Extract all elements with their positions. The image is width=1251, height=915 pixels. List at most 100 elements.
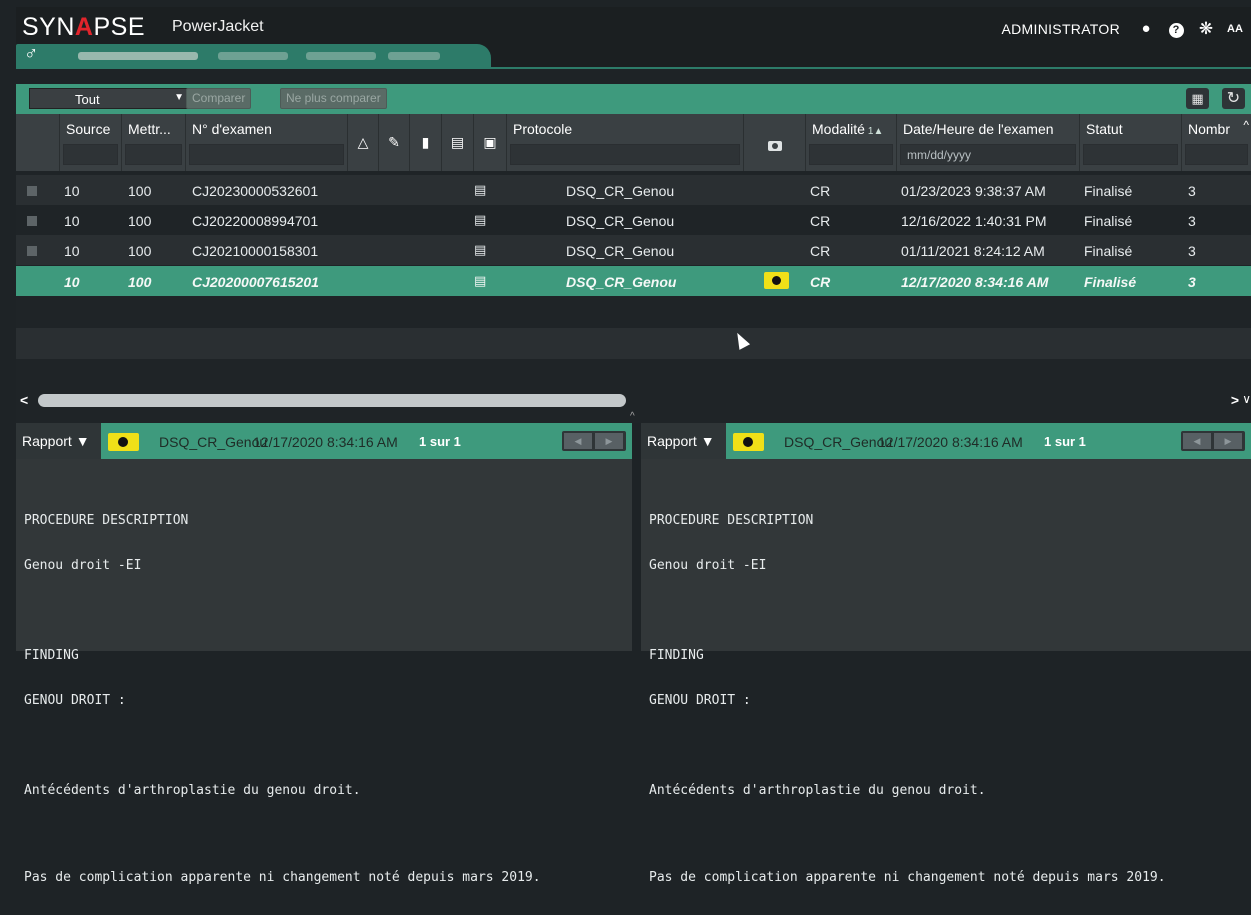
report-toolbar: Rapport ▼ DSQ_CR_Genou 12/17/2020 8:34:1… <box>16 423 632 459</box>
help-icon[interactable]: ? <box>1167 20 1185 38</box>
horizontal-scrollbar[interactable]: < > ∨ <box>16 392 1251 409</box>
col-select[interactable] <box>16 114 60 171</box>
report-protocol: DSQ_CR_Genou <box>159 434 268 450</box>
app-header: SYNAPSE PowerJacket ADMINISTRATOR ● ? ❋ … <box>16 7 1251 44</box>
document-icon[interactable]: ▤ <box>474 182 486 198</box>
report-text: PROCEDURE DESCRIPTION Genou droit -EI FI… <box>24 513 541 885</box>
row-checkbox[interactable] <box>27 186 37 196</box>
col-protocol[interactable]: Protocole <box>507 114 744 171</box>
table-row[interactable]: 10 100 CJ20210000158301 ▤ DSQ_CR_Genou C… <box>16 235 1251 265</box>
date-filter-input[interactable]: mm/dd/yyyy <box>900 144 1076 165</box>
modality-filter-input[interactable] <box>809 144 893 165</box>
file-icon: ▮ <box>421 134 430 150</box>
report-protocol: DSQ_CR_Genou <box>784 434 893 450</box>
row-checkbox[interactable] <box>27 216 37 226</box>
flag-icon <box>733 433 764 451</box>
scrollbar-thumb[interactable] <box>38 394 626 407</box>
col-count[interactable]: Nombr <box>1182 114 1251 171</box>
table-row[interactable]: 10 100 CJ20220008994701 ▤ DSQ_CR_Genou C… <box>16 205 1251 235</box>
scroll-up-icon[interactable]: ^ <box>1243 118 1249 132</box>
document-icon: ▤ <box>450 134 465 150</box>
chevron-up-icon[interactable]: ^ <box>630 411 635 422</box>
col-mettre[interactable]: Mettr... <box>122 114 186 171</box>
report-datetime: 12/17/2020 8:34:16 AM <box>878 434 1023 450</box>
columns-icon[interactable]: ▦ <box>1186 88 1209 109</box>
font-size-icon[interactable]: AA <box>1226 20 1244 38</box>
report-panel-right: Rapport ▼ DSQ_CR_Genou 12/17/2020 8:34:1… <box>641 423 1251 885</box>
scroll-down-icon[interactable]: ∨ <box>1242 392 1251 406</box>
empty-row <box>16 328 1251 359</box>
exam-toolbar: Tout ▼ Comparer Ne plus comparer ▦ ↻ <box>16 84 1251 114</box>
flag-icon <box>764 272 789 289</box>
patient-id-redacted <box>306 52 376 60</box>
chevron-left-icon[interactable]: < <box>20 392 28 408</box>
source-filter-input[interactable] <box>63 144 118 165</box>
report-text: PROCEDURE DESCRIPTION Genou droit -EI FI… <box>649 513 1166 885</box>
patient-info-redacted <box>388 52 440 60</box>
patient-dob-redacted <box>218 52 288 60</box>
next-page-button[interactable]: ▶ <box>595 433 623 449</box>
gear-icon[interactable]: ❋ <box>1197 20 1215 38</box>
protocol-filter-input[interactable] <box>510 144 740 165</box>
col-lock[interactable]: ▣ <box>474 114 507 171</box>
compare-button[interactable]: Comparer <box>186 88 252 109</box>
col-status[interactable]: Statut <box>1080 114 1182 171</box>
prev-page-button[interactable]: ◀ <box>564 433 592 449</box>
document-icon[interactable]: ▤ <box>474 273 486 289</box>
report-type-select[interactable]: Rapport ▼ <box>641 423 726 459</box>
edit-icon: ✎ <box>388 134 400 150</box>
grid-header: Source Mettr... N° d'examen △ ✎ ▮ ▤ ▣ Pr… <box>16 114 1251 171</box>
col-source[interactable]: Source <box>60 114 122 171</box>
filter-select[interactable]: Tout ▼ <box>29 88 191 109</box>
report-pager: ◀ ▶ <box>562 431 626 451</box>
mettre-filter-input[interactable] <box>125 144 182 165</box>
synapse-logo: SYNAPSE <box>22 13 145 41</box>
col-exam-number[interactable]: N° d'examen <box>186 114 348 171</box>
user-menu[interactable]: ADMINISTRATOR <box>1002 21 1121 37</box>
document-icon[interactable]: ▤ <box>474 212 486 228</box>
document-icon[interactable]: ▤ <box>474 242 486 258</box>
patient-name-redacted <box>78 52 198 60</box>
patient-tab[interactable]: ♂ <box>16 43 491 67</box>
panel-splitter[interactable]: ^ <box>16 409 1251 423</box>
report-type-select[interactable]: Rapport ▼ <box>16 423 101 459</box>
chat-icon[interactable]: ● <box>1137 20 1155 38</box>
exam-grid: Source Mettr... N° d'examen △ ✎ ▮ ▤ ▣ Pr… <box>16 114 1251 392</box>
col-camera[interactable] <box>744 114 806 171</box>
report-toolbar: Rapport ▼ DSQ_CR_Genou 12/17/2020 8:34:1… <box>641 423 1251 459</box>
prev-page-button[interactable]: ◀ <box>1183 433 1211 449</box>
sort-ascending-icon: 1▲ <box>867 126 884 137</box>
next-page-button[interactable]: ▶ <box>1214 433 1242 449</box>
lock-icon: ▣ <box>483 134 497 150</box>
count-filter-input[interactable] <box>1185 144 1248 165</box>
col-edit[interactable]: ✎ <box>379 114 410 171</box>
report-panel-left: Rapport ▼ DSQ_CR_Genou 12/17/2020 8:34:1… <box>16 423 632 885</box>
col-file[interactable]: ▮ <box>410 114 442 171</box>
col-modality[interactable]: Modalité 1▲ <box>806 114 897 171</box>
empty-row <box>16 359 1251 390</box>
camera-icon <box>768 141 782 151</box>
male-icon: ♂ <box>24 43 39 64</box>
table-row[interactable]: 10 100 CJ20230000532601 ▤ DSQ_CR_Genou C… <box>16 175 1251 205</box>
col-images[interactable]: △ <box>348 114 379 171</box>
tab-underline <box>16 67 1251 69</box>
refresh-icon[interactable]: ↻ <box>1222 88 1245 109</box>
exam-number-filter-input[interactable] <box>189 144 344 165</box>
image-icon: △ <box>357 134 369 150</box>
patient-strip: ♂ <box>16 43 1251 67</box>
col-datetime[interactable]: Date/Heure de l'examen mm/dd/yyyy <box>897 114 1080 171</box>
col-document[interactable]: ▤ <box>442 114 474 171</box>
chevron-right-icon[interactable]: > <box>1231 392 1239 408</box>
table-row-selected[interactable]: 10 100 CJ20200007615201 ▤ DSQ_CR_Genou C… <box>16 266 1251 296</box>
flag-icon <box>108 433 139 451</box>
report-pager: ◀ ▶ <box>1181 431 1245 451</box>
report-page-counter: 1 sur 1 <box>1044 434 1086 449</box>
row-checkbox[interactable] <box>27 246 37 256</box>
report-datetime: 12/17/2020 8:34:16 AM <box>253 434 398 450</box>
product-name: PowerJacket <box>172 18 264 35</box>
report-page-counter: 1 sur 1 <box>419 434 461 449</box>
uncompare-button[interactable]: Ne plus comparer <box>280 88 387 109</box>
status-filter-input[interactable] <box>1083 144 1178 165</box>
chevron-down-icon: ▼ <box>174 92 184 103</box>
empty-row <box>16 297 1251 328</box>
